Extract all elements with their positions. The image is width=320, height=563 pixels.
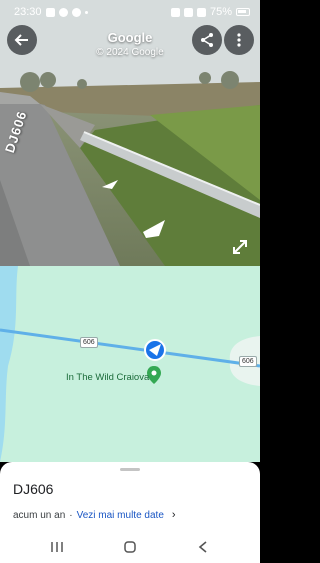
copyright-text: © 2024 Google	[96, 47, 164, 58]
recent-apps-icon	[51, 542, 63, 552]
bottom-sheet[interactable]: DJ606 acum un an · Vezi mai multe date ›	[0, 462, 260, 563]
recent-apps-button[interactable]	[47, 538, 67, 556]
map-canvas	[0, 266, 260, 462]
map-view[interactable]: 606 606 In The Wild Craiova	[0, 266, 260, 462]
status-time: 23:30	[14, 6, 42, 18]
facebook-icon	[58, 7, 68, 17]
separator-dot: ·	[69, 509, 73, 521]
expand-icon[interactable]	[230, 237, 250, 257]
street-view-panel[interactable]: 23:30 75% Google © 2024 Google DJ606	[0, 0, 260, 266]
gallery-icon	[45, 7, 55, 17]
capture-time: acum un an	[13, 509, 66, 521]
home-button[interactable]	[120, 538, 140, 556]
wifi-icon	[183, 7, 193, 17]
home-icon	[124, 541, 136, 553]
poi-label[interactable]: In The Wild Craiova	[66, 372, 149, 383]
meta-row: acum un an · Vezi mai multe date ›	[13, 509, 176, 521]
drag-handle[interactable]	[120, 468, 140, 471]
chevron-left-icon	[198, 541, 207, 553]
more-options-button[interactable]	[224, 25, 254, 55]
alarm-icon	[170, 7, 180, 17]
share-icon	[201, 33, 213, 47]
more-notifications-icon	[84, 10, 88, 14]
share-button[interactable]	[192, 25, 222, 55]
system-nav-bar	[0, 532, 260, 563]
signal-icon	[196, 7, 206, 17]
place-title: DJ606	[13, 481, 54, 497]
chevron-right-icon[interactable]: ›	[172, 509, 176, 521]
street-view-header: Google © 2024 Google	[0, 22, 260, 66]
back-nav-button[interactable]	[193, 538, 213, 556]
status-bar: 23:30 75%	[0, 0, 260, 24]
road-shield-606-east: 606	[239, 356, 257, 367]
more-vert-icon	[237, 33, 241, 47]
road-shield-606: 606	[80, 337, 98, 348]
battery-level: 75%	[209, 6, 232, 18]
more-data-link[interactable]: Vezi mai multe date	[77, 510, 164, 521]
battery-icon	[236, 8, 250, 16]
facebook-icon-2	[71, 7, 81, 17]
